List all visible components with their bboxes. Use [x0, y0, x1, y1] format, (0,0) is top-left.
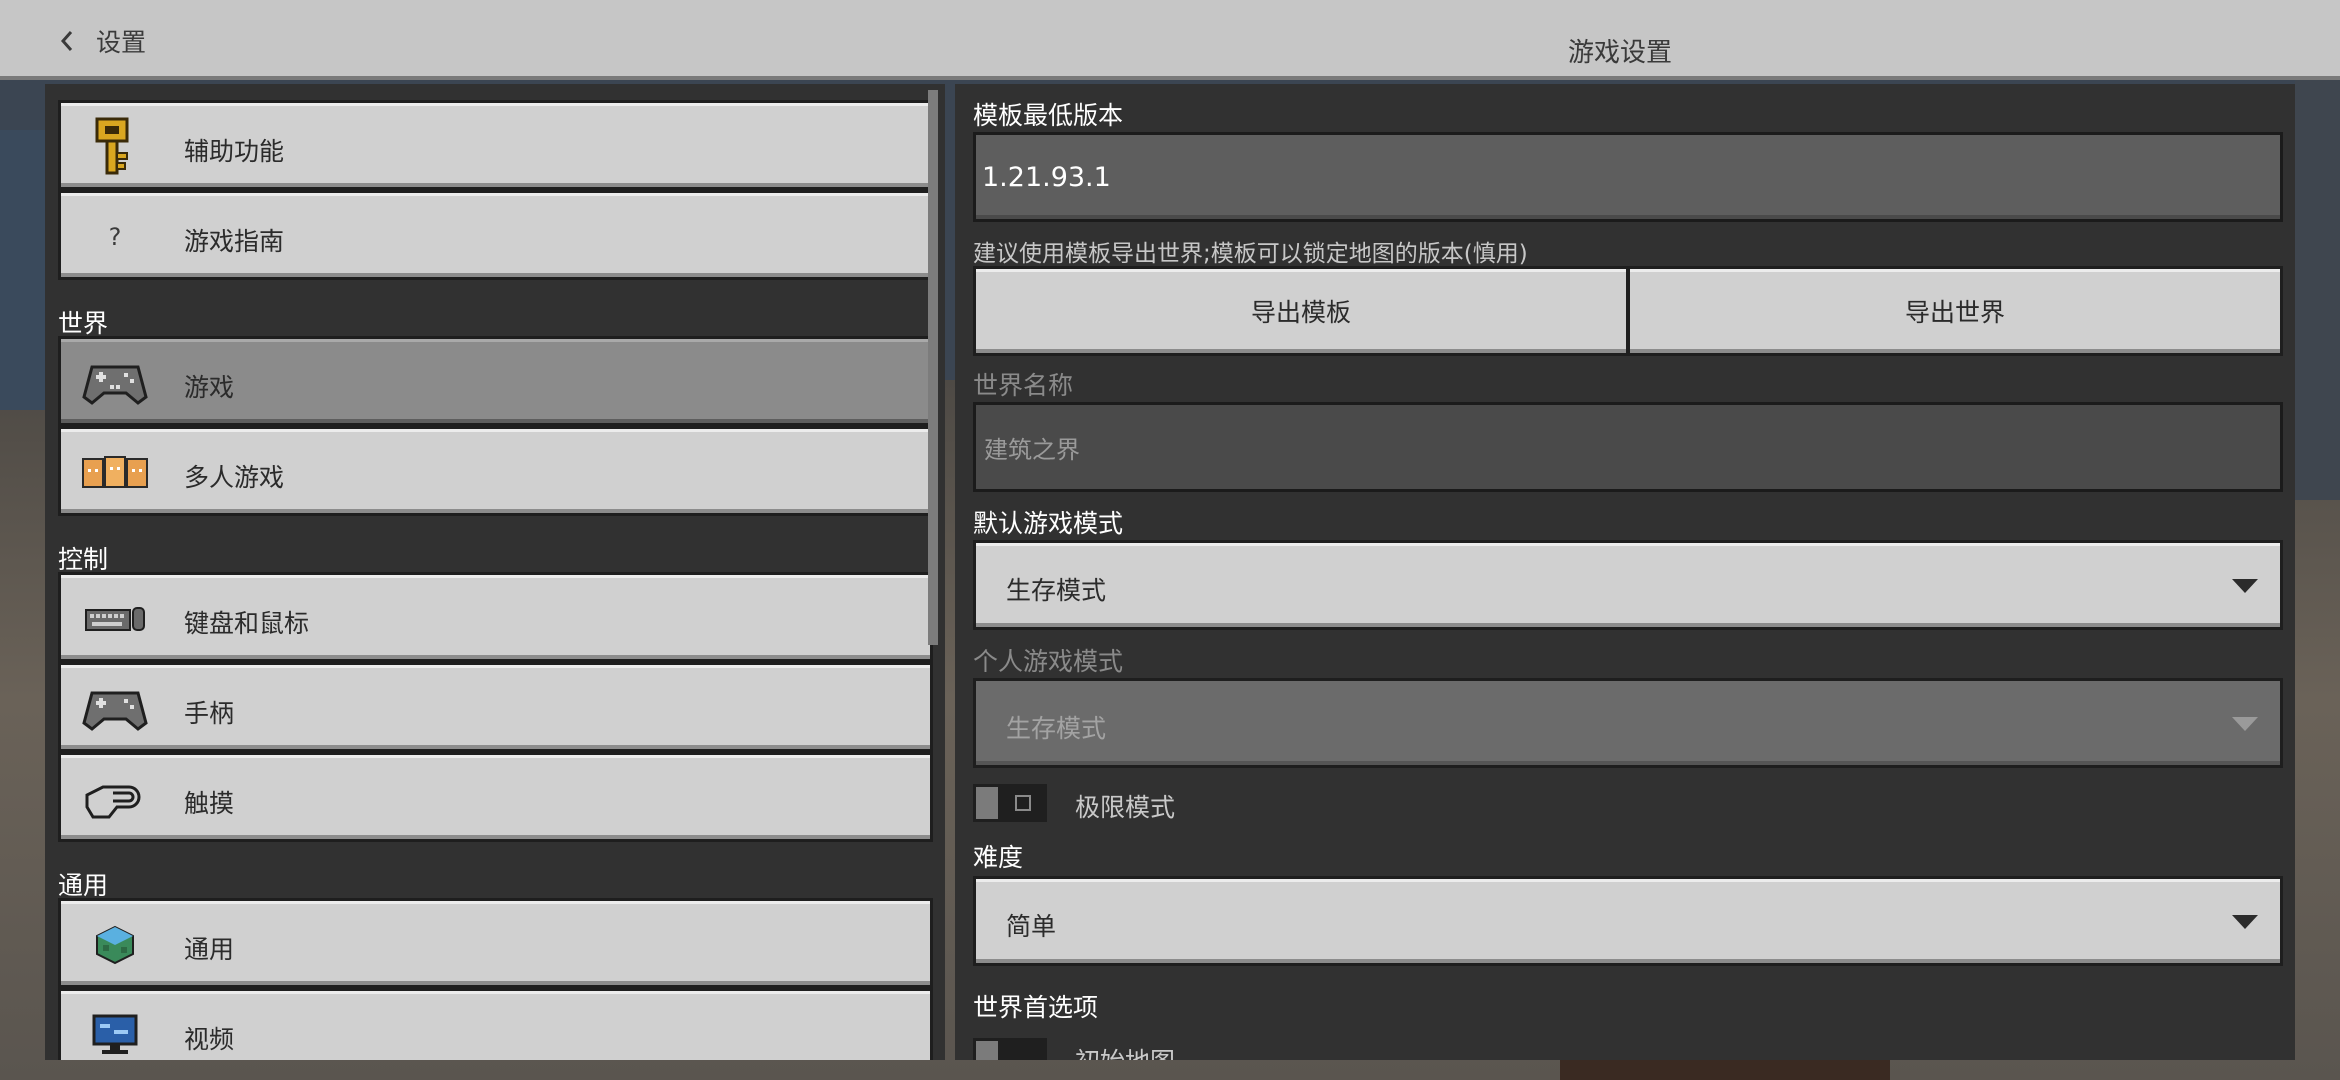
settings-sidebar: 辅助功能 ? 游戏指南 世界 游戏 多人游戏 控制 键盘和鼠标 手柄 触摸 通用…	[45, 84, 945, 1060]
personal-game-mode-label: 个人游戏模式	[973, 647, 1124, 676]
world-prefs-label: 世界首选项	[973, 993, 1099, 1022]
dropdown-value: 生存模式	[1006, 576, 1107, 605]
section-title-world: 世界	[58, 309, 109, 338]
chevron-down-icon	[2232, 915, 2258, 929]
touch-hand-icon	[81, 773, 149, 825]
globe-cube-icon	[81, 919, 149, 971]
sidebar-item-general[interactable]: 通用	[58, 898, 933, 988]
difficulty-label: 难度	[973, 843, 1024, 872]
players-icon	[81, 447, 149, 499]
monitor-icon	[81, 1009, 149, 1060]
toggle-off-icon	[1015, 795, 1031, 811]
sidebar-scrollbar[interactable]	[928, 90, 938, 645]
export-world-button[interactable]: 导出世界	[1627, 266, 2283, 356]
hardcore-toggle[interactable]	[973, 784, 1047, 822]
sidebar-item-label: 多人游戏	[184, 463, 285, 492]
sidebar-item-controller[interactable]: 手柄	[58, 662, 933, 752]
keyboard-mouse-icon	[81, 593, 149, 645]
section-title-controls: 控制	[58, 545, 109, 574]
top-bar: 设置 游戏设置	[0, 0, 2340, 80]
hardcore-label: 极限模式	[1075, 793, 1176, 822]
toggle-knob	[976, 1041, 998, 1060]
sidebar-item-label: 游戏指南	[184, 227, 285, 256]
world-name-label: 世界名称	[973, 371, 1074, 400]
chevron-down-icon	[2232, 579, 2258, 593]
dropdown-value: 生存模式	[1006, 714, 1107, 743]
sidebar-item-label: 游戏	[184, 373, 235, 402]
game-settings-panel: 模板最低版本 1.21.93.1 建议使用模板导出世界;模板可以锁定地图的版本(…	[955, 84, 2295, 1060]
sidebar-item-multiplayer[interactable]: 多人游戏	[58, 426, 933, 516]
export-hint: 建议使用模板导出世界;模板可以锁定地图的版本(慎用)	[973, 241, 1528, 267]
starting-map-toggle[interactable]	[973, 1038, 1047, 1060]
default-game-mode-label: 默认游戏模式	[973, 509, 1124, 538]
template-version-label: 模板最低版本	[973, 101, 1124, 130]
sidebar-item-label: 辅助功能	[184, 137, 285, 166]
chevron-down-icon	[2232, 717, 2258, 731]
starting-map-label: 初始地图	[1075, 1042, 1175, 1060]
export-template-button[interactable]: 导出模板	[973, 266, 1629, 356]
question-icon: ?	[108, 223, 122, 251]
default-game-mode-dropdown[interactable]: 生存模式	[973, 540, 2283, 630]
back-label: 设置	[96, 28, 147, 57]
back-button[interactable]: 设置	[58, 26, 147, 57]
world-name-input[interactable]: 建筑之界	[973, 402, 2283, 492]
background-block	[0, 130, 45, 410]
page-title: 游戏设置	[1567, 38, 1672, 68]
template-version-input[interactable]: 1.21.93.1	[973, 132, 2283, 222]
dropdown-value: 简单	[1006, 912, 1057, 941]
controller-icon	[81, 357, 149, 409]
sidebar-item-how-to-play[interactable]: ? 游戏指南	[58, 190, 933, 280]
personal-game-mode-dropdown[interactable]: 生存模式	[973, 678, 2283, 768]
chevron-left-icon	[60, 31, 73, 51]
difficulty-dropdown[interactable]: 简单	[973, 876, 2283, 966]
sidebar-item-touch[interactable]: 触摸	[58, 752, 933, 842]
sidebar-item-keyboard-mouse[interactable]: 键盘和鼠标	[58, 572, 933, 662]
sidebar-item-game[interactable]: 游戏	[58, 336, 933, 426]
sidebar-item-label: 通用	[184, 935, 235, 964]
key-icon	[81, 117, 149, 175]
gamepad-icon	[81, 683, 149, 735]
section-title-general: 通用	[58, 871, 109, 900]
background-block	[2295, 80, 2340, 500]
sidebar-item-video[interactable]: 视频	[58, 988, 933, 1060]
sidebar-item-label: 手柄	[184, 699, 235, 728]
sidebar-item-accessibility[interactable]: 辅助功能	[58, 100, 933, 190]
sidebar-item-label: 键盘和鼠标	[184, 609, 310, 638]
toggle-knob	[976, 787, 998, 819]
sidebar-item-label: 视频	[184, 1025, 235, 1054]
sidebar-item-label: 触摸	[184, 789, 235, 818]
background-block	[1560, 1060, 1890, 1080]
